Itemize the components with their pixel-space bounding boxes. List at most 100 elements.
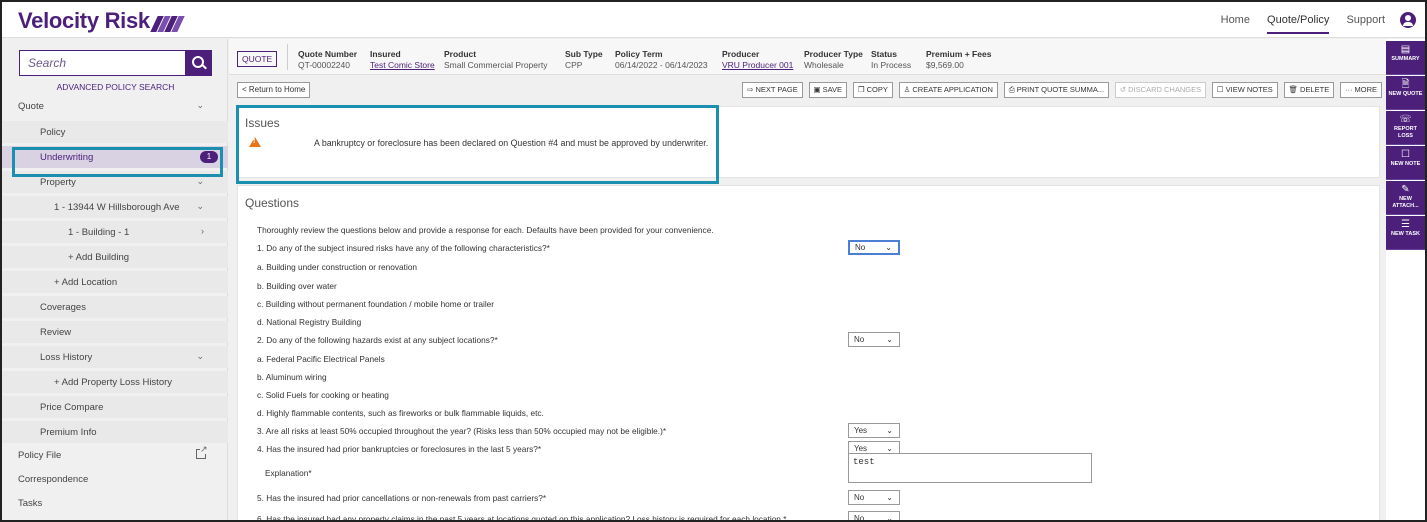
- question-1b: b. Building over water: [257, 281, 337, 291]
- trash-icon: 🗑: [1288, 85, 1299, 94]
- info-producer-type: Producer Type Wholesale: [804, 49, 863, 70]
- sidebar-item-add-loss-history[interactable]: + Add Property Loss History: [2, 371, 228, 393]
- question-4: 4. Has the insured had prior bankruptcie…: [257, 444, 542, 454]
- question-3-select[interactable]: Yes ⌄: [848, 423, 900, 438]
- sidebar-item-tasks[interactable]: Tasks: [2, 492, 228, 514]
- main-content: QUOTE Quote Number QT-00002240 Insured Tes…: [229, 39, 1386, 522]
- question-3: 3. Are all risks at least 50% occupied t…: [257, 426, 667, 436]
- logo[interactable]: Velocity Risk: [18, 8, 186, 34]
- question-2b: b. Aluminum wiring: [257, 372, 327, 382]
- more-button[interactable]: ··· MORE: [1340, 82, 1382, 98]
- action-bar: < Return to Home ⇨ NEXT PAGE ▣ SAVE ❐ COPY …: [229, 76, 1386, 104]
- sidebar-item-policy[interactable]: Policy: [2, 121, 228, 143]
- nav-home[interactable]: Home: [1221, 14, 1250, 32]
- sidebar-item-loss-history[interactable]: Loss History ⌄: [2, 346, 228, 368]
- top-nav: Home Quote/Policy Support: [1207, 14, 1385, 34]
- chevron-down-icon: ⌄: [885, 243, 892, 252]
- copy-button[interactable]: ❐ COPY: [852, 82, 893, 98]
- sidebar-item-underwriting[interactable]: Underwriting 1: [2, 146, 228, 168]
- sidebar-item-price-compare[interactable]: Price Compare: [2, 396, 228, 418]
- top-bar: Velocity Risk Home Quote/Policy Support: [2, 2, 1425, 38]
- next-page-button[interactable]: ⇨ NEXT PAGE: [742, 82, 803, 98]
- info-policy-term: Policy Term 06/14/2022 - 06/14/2023: [615, 49, 708, 70]
- divider: [287, 44, 288, 70]
- summary-button[interactable]: ▤ SUMMARY: [1386, 41, 1425, 75]
- sidebar-item-location[interactable]: 1 - 13944 W Hillsborough Ave ⌄: [2, 196, 228, 218]
- info-premium: Premium + Fees $9,569.00: [926, 49, 992, 70]
- print-quote-summary-button[interactable]: ⎙ PRINT QUOTE SUMMA...: [1003, 82, 1110, 98]
- explanation-label: Explanation*: [265, 468, 312, 478]
- external-link-icon: [196, 445, 208, 459]
- questions-intro: Thoroughly review the questions below an…: [257, 225, 714, 235]
- issue-count-badge: 1: [200, 151, 218, 163]
- new-quote-button[interactable]: 🗎 NEW QUOTE: [1386, 76, 1425, 110]
- question-5: 5. Has the insured had prior cancellatio…: [257, 493, 547, 503]
- questions-title: Questions: [245, 196, 300, 210]
- delete-button[interactable]: 🗑 DELETE: [1283, 82, 1335, 98]
- chevron-down-icon: ⌄: [196, 100, 204, 110]
- save-button[interactable]: ▣ SAVE: [808, 82, 848, 98]
- save-icon: ▣: [813, 85, 821, 94]
- create-application-button[interactable]: ♙ CREATE APPLICATION: [898, 82, 998, 98]
- new-attachment-button[interactable]: ✎ NEW ATTACH...: [1386, 181, 1425, 215]
- question-2-select[interactable]: No ⌄: [848, 332, 900, 347]
- search-box: [19, 50, 212, 76]
- chevron-down-icon: ⌄: [196, 201, 204, 211]
- sidebar-item-policy-file[interactable]: Policy File: [2, 444, 228, 466]
- copy-icon: ❐: [857, 85, 865, 94]
- info-producer: Producer VRU Producer 001: [722, 49, 794, 71]
- sidebar-item-review[interactable]: Review: [2, 321, 228, 343]
- user-account-icon[interactable]: [1400, 12, 1416, 28]
- question-6-select[interactable]: No ⌄: [848, 511, 900, 522]
- report-loss-button[interactable]: ☏ REPORT LOSS: [1386, 111, 1425, 145]
- search-input[interactable]: [20, 51, 186, 75]
- chevron-down-icon: ⌄: [196, 176, 204, 186]
- undo-icon: ↺: [1119, 85, 1127, 94]
- sidebar-item-coverages[interactable]: Coverages: [2, 296, 228, 318]
- question-2a: a. Federal Pacific Electrical Panels: [257, 354, 385, 364]
- producer-link[interactable]: VRU Producer 001: [722, 60, 793, 71]
- view-notes-button[interactable]: ☐ VIEW NOTES: [1211, 82, 1278, 98]
- explanation-field[interactable]: test: [848, 453, 1092, 483]
- question-1c: c. Building without permanent foundation…: [257, 299, 495, 309]
- new-note-button[interactable]: ☐ NEW NOTE: [1386, 146, 1425, 180]
- sidebar-item-add-location[interactable]: + Add Location: [2, 271, 228, 293]
- insured-link[interactable]: Test Comic Store: [370, 60, 435, 71]
- sidebar-item-building[interactable]: 1 - Building - 1 ›: [2, 221, 228, 243]
- ellipsis-icon: ···: [1345, 85, 1353, 94]
- chevron-right-icon: ›: [201, 226, 204, 236]
- quote-info-bar: QUOTE Quote Number QT-00002240 Insured Tes…: [229, 39, 1386, 75]
- question-5-select[interactable]: No ⌄: [848, 490, 900, 505]
- sidebar: ADVANCED POLICY SEARCH Quote⌄ Policy Und…: [2, 39, 228, 520]
- chevron-down-icon: ⌄: [886, 514, 893, 522]
- new-task-button[interactable]: ☰ NEW TASK: [1386, 216, 1425, 250]
- info-status: Status In Process: [871, 49, 912, 70]
- sidebar-item-add-building[interactable]: + Add Building: [2, 246, 228, 268]
- sidebar-item-premium-info[interactable]: Premium Info: [2, 421, 228, 443]
- sidebar-item-correspondence[interactable]: Correspondence: [2, 468, 228, 490]
- action-buttons: ⇨ NEXT PAGE ▣ SAVE ❐ COPY ♙ CREATE APPLICATI…: [739, 82, 1382, 98]
- nav-support[interactable]: Support: [1346, 14, 1385, 32]
- stamp-icon: ♙: [903, 85, 911, 94]
- paperclip-icon: ✎: [1401, 184, 1410, 195]
- search-icon[interactable]: [185, 51, 211, 75]
- question-2d: d. Highly flammable contents, such as fi…: [257, 408, 544, 418]
- discard-changes-button[interactable]: ↺ DISCARD CHANGES: [1114, 82, 1207, 98]
- warning-icon: [249, 137, 261, 147]
- info-sub-type: Sub Type CPP: [565, 49, 603, 70]
- sidebar-item-property[interactable]: Property ⌄: [2, 171, 228, 193]
- document-icon: 🗎: [1401, 79, 1410, 90]
- question-6: 6. Has the insured had any property clai…: [257, 514, 787, 522]
- task-list-icon: ☰: [1401, 219, 1410, 230]
- return-home-button[interactable]: < Return to Home: [237, 82, 311, 98]
- issue-message: A bankruptcy or foreclosure has been dec…: [314, 138, 709, 148]
- question-1-select[interactable]: No ⌄: [848, 240, 900, 255]
- questions-panel: Questions Thoroughly review the question…: [237, 185, 1380, 522]
- sidebar-item-quote[interactable]: Quote ⌄: [2, 95, 228, 117]
- info-product: Product Small Commercial Property: [444, 49, 548, 70]
- advanced-search-link[interactable]: ADVANCED POLICY SEARCH: [19, 82, 212, 92]
- chevron-down-icon: ⌄: [886, 493, 893, 502]
- question-1a: a. Building under construction or renova…: [257, 262, 418, 272]
- print-icon: ⎙: [1008, 85, 1015, 94]
- nav-quote-policy[interactable]: Quote/Policy: [1267, 14, 1330, 34]
